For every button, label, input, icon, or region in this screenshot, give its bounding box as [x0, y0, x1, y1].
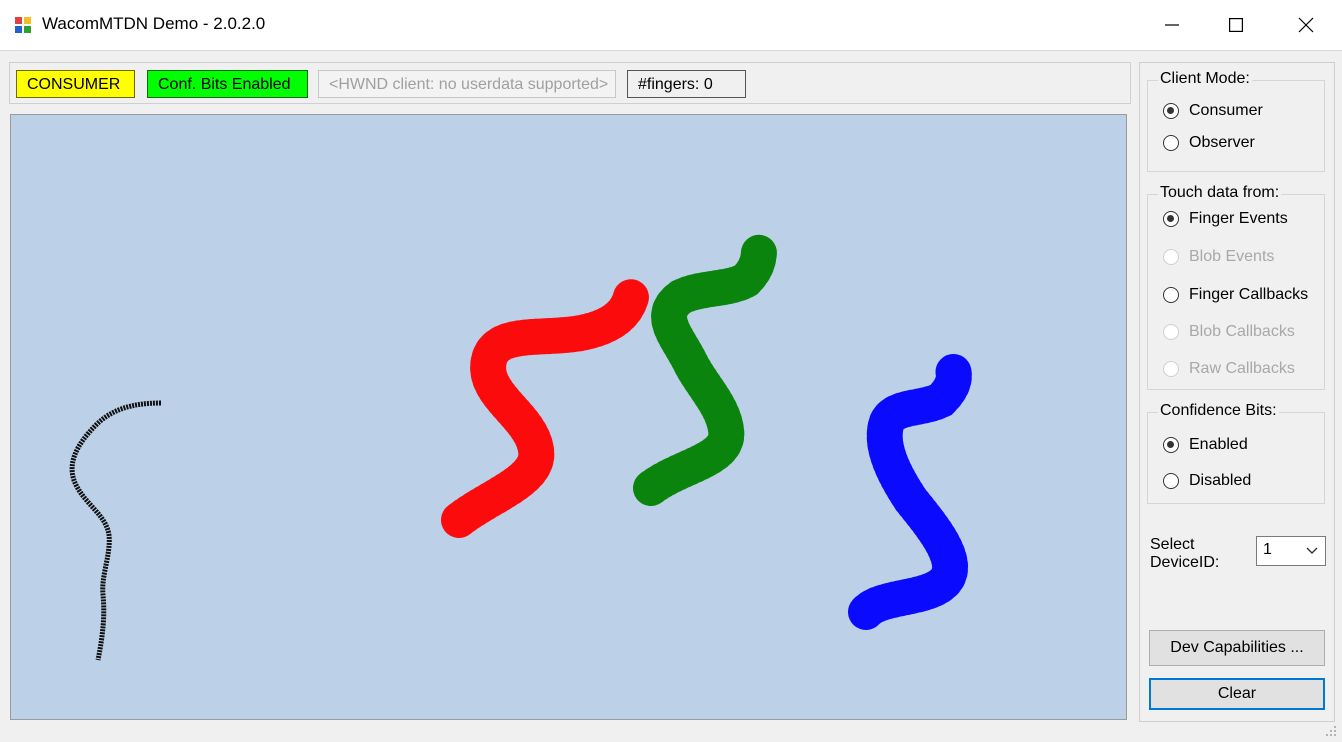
resize-grip-icon[interactable] [1324, 724, 1338, 738]
radio-dot-icon [1163, 249, 1179, 265]
minimize-button[interactable] [1138, 0, 1206, 50]
device-id-select[interactable]: 1 [1256, 536, 1326, 566]
radio-label: Blob Callbacks [1189, 323, 1295, 340]
close-button[interactable] [1272, 0, 1340, 50]
radio-dot-icon [1163, 324, 1179, 340]
close-icon [1298, 17, 1314, 33]
black-stroke [69, 400, 162, 661]
confidence-bits-label: Confidence Bits: [1158, 402, 1279, 420]
radio-label: Consumer [1189, 102, 1263, 119]
canvas-strokes [69, 232, 972, 661]
title-bar: WacomMTDN Demo - 2.0.2.0 [0, 0, 1342, 51]
radio-dot-icon [1163, 211, 1179, 227]
chevron-down-icon [1306, 547, 1318, 554]
minimize-icon [1165, 24, 1179, 26]
client-mode-group [1147, 80, 1325, 172]
radio-finger-callbacks[interactable]: Finger Callbacks [1163, 284, 1308, 306]
green-stroke [633, 232, 777, 506]
hwnd-label: <HWND client: no userdata supported> [318, 70, 616, 98]
touch-data-label: Touch data from: [1158, 184, 1282, 202]
radio-dot-icon [1163, 437, 1179, 453]
radio-conf-disabled[interactable]: Disabled [1163, 470, 1251, 492]
conf-bits-badge: Conf. Bits Enabled [147, 70, 308, 98]
radio-conf-enabled[interactable]: Enabled [1163, 434, 1248, 456]
maximize-icon [1229, 18, 1243, 32]
radio-consumer[interactable]: Consumer [1163, 100, 1263, 122]
maximize-button[interactable] [1202, 0, 1270, 50]
mode-badge: CONSUMER [16, 70, 135, 98]
window-title: WacomMTDN Demo - 2.0.2.0 [42, 14, 266, 33]
radio-observer[interactable]: Observer [1163, 132, 1255, 154]
blue-stroke [848, 352, 972, 630]
radio-raw-callbacks: Raw Callbacks [1163, 358, 1295, 380]
app-icon [15, 17, 31, 33]
radio-label: Raw Callbacks [1189, 360, 1295, 377]
device-id-label: Select DeviceID: [1150, 536, 1220, 571]
radio-label: Finger Callbacks [1189, 286, 1309, 303]
radio-dot-icon [1163, 135, 1179, 151]
radio-label: Finger Events [1189, 210, 1288, 227]
radio-dot-icon [1163, 287, 1179, 303]
drawing-canvas[interactable] [10, 114, 1127, 720]
device-id-value: 1 [1263, 541, 1272, 558]
clear-button[interactable]: Clear [1149, 678, 1325, 710]
radio-blob-events: Blob Events [1163, 246, 1274, 268]
radio-label: Disabled [1189, 472, 1252, 489]
radio-label: Blob Events [1189, 248, 1275, 265]
red-stroke [441, 279, 649, 538]
fingers-count: #fingers: 0 [627, 70, 746, 98]
radio-label: Enabled [1189, 436, 1248, 453]
radio-finger-events[interactable]: Finger Events [1163, 208, 1288, 230]
radio-dot-icon [1163, 361, 1179, 377]
radio-label: Observer [1189, 134, 1255, 151]
client-mode-label: Client Mode: [1158, 70, 1252, 88]
radio-dot-icon [1163, 103, 1179, 119]
radio-dot-icon [1163, 473, 1179, 489]
radio-blob-callbacks: Blob Callbacks [1163, 321, 1295, 343]
dev-capabilities-button[interactable]: Dev Capabilities ... [1149, 630, 1325, 666]
